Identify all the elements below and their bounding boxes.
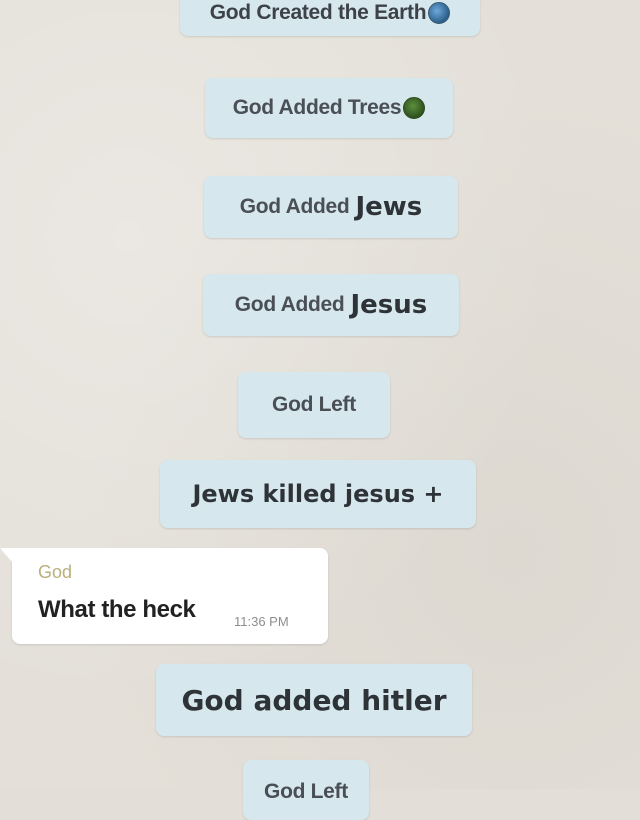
message-timestamp: 11:36 PM bbox=[234, 614, 289, 629]
sender-name: God bbox=[38, 562, 73, 582]
system-message-created-earth: God Created the Earth bbox=[180, 0, 480, 36]
bubble-tail bbox=[0, 548, 12, 562]
incoming-message-bubble: God What the heck 11:36 PM bbox=[0, 548, 328, 644]
system-message-god-left: God Left bbox=[238, 372, 390, 438]
system-message-name: Jews bbox=[355, 192, 423, 222]
system-message-partial-bottom: God Left bbox=[243, 760, 369, 820]
system-message-text: God Left bbox=[264, 780, 348, 803]
system-message-text: Jews killed jesus + bbox=[192, 480, 444, 508]
system-message-jews-killed: Jews killed jesus + bbox=[160, 460, 476, 528]
system-message-added-hitler: God added hitler bbox=[156, 664, 472, 736]
message-text: What the heck bbox=[38, 596, 196, 623]
system-message-text: God Created the Earth bbox=[209, 1, 427, 24]
system-message-text: God Added Trees bbox=[232, 96, 402, 119]
system-message-text: God Left bbox=[272, 393, 356, 416]
system-message-added-jesus: God Added Jesus bbox=[203, 274, 459, 336]
system-message-added-trees: God Added Trees bbox=[205, 78, 453, 138]
tree-icon bbox=[403, 97, 426, 119]
system-message-name: Jesus bbox=[350, 290, 428, 320]
system-message-text: God added hitler bbox=[181, 683, 447, 717]
system-message-prefix: God Added bbox=[239, 195, 350, 218]
system-message-prefix: God Added bbox=[234, 293, 345, 316]
system-message-added-jews: God Added Jews bbox=[204, 176, 458, 238]
earth-globe-icon bbox=[428, 2, 451, 24]
